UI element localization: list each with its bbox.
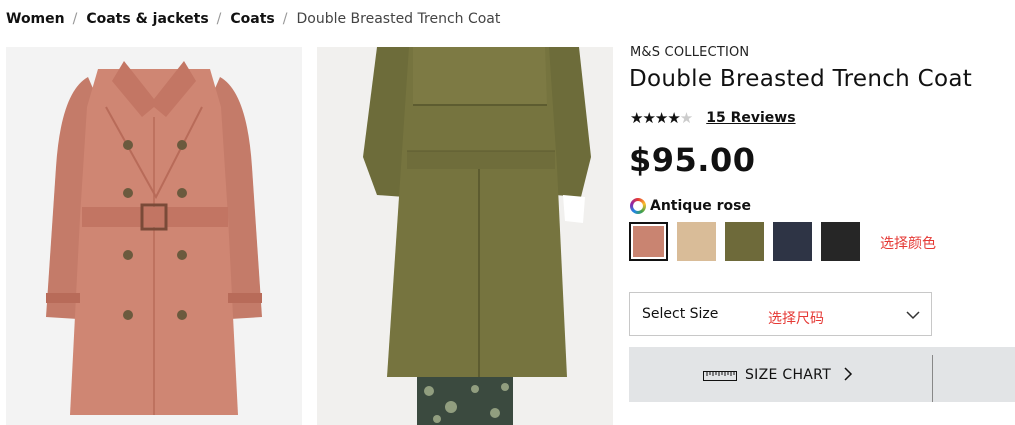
coat-back-illustration xyxy=(363,47,591,425)
ruler-icon xyxy=(703,366,737,385)
product-image-front[interactable] xyxy=(6,47,302,425)
reviews-link[interactable]: 15 Reviews xyxy=(706,110,795,126)
brand-name: M&S COLLECTION xyxy=(630,45,750,60)
stars-filled: ★★★★★ xyxy=(630,110,680,126)
breadcrumb-coats[interactable]: Coats xyxy=(230,11,274,27)
product-title: Double Breasted Trench Coat xyxy=(629,66,973,92)
selected-colour-name: Antique rose xyxy=(650,198,752,214)
breadcrumb-current: Double Breasted Trench Coat xyxy=(296,11,501,27)
colour-wheel-icon xyxy=(630,198,646,214)
colour-swatch-black[interactable] xyxy=(821,222,860,261)
colour-annotation: 选择颜色 xyxy=(880,236,936,252)
star-rating: ★★★★★ ★★★★★ xyxy=(630,110,693,126)
colour-swatch-antique-rose[interactable] xyxy=(629,222,668,261)
colour-swatches xyxy=(629,222,869,261)
product-price: $95.00 xyxy=(629,141,756,179)
rating-row: ★★★★★ ★★★★★ 15 Reviews xyxy=(630,108,796,128)
breadcrumb-separator: / xyxy=(282,11,288,27)
colour-label-row: Antique rose xyxy=(630,196,751,216)
size-annotation: 选择尺码 xyxy=(768,311,824,327)
breadcrumb-separator: / xyxy=(216,11,222,27)
colour-swatch-beige[interactable] xyxy=(677,222,716,261)
breadcrumb-separator: / xyxy=(72,11,78,27)
size-chart-divider xyxy=(932,355,933,402)
breadcrumb: Women / Coats & jackets / Coats / Double… xyxy=(6,9,500,29)
colour-swatch-khaki[interactable] xyxy=(725,222,764,261)
chevron-down-icon xyxy=(905,307,921,327)
size-dropdown[interactable]: Select Size 选择尺码 xyxy=(629,292,932,336)
size-placeholder: Select Size xyxy=(642,306,719,322)
size-chart-button[interactable]: SIZE CHART xyxy=(629,347,1015,402)
product-image-back[interactable] xyxy=(317,47,613,425)
colour-swatch-navy[interactable] xyxy=(773,222,812,261)
coat-front-illustration xyxy=(46,61,262,415)
chevron-right-icon xyxy=(843,366,853,385)
breadcrumb-coats-jackets[interactable]: Coats & jackets xyxy=(86,11,208,27)
size-chart-label: SIZE CHART xyxy=(745,367,832,383)
breadcrumb-women[interactable]: Women xyxy=(6,11,65,27)
